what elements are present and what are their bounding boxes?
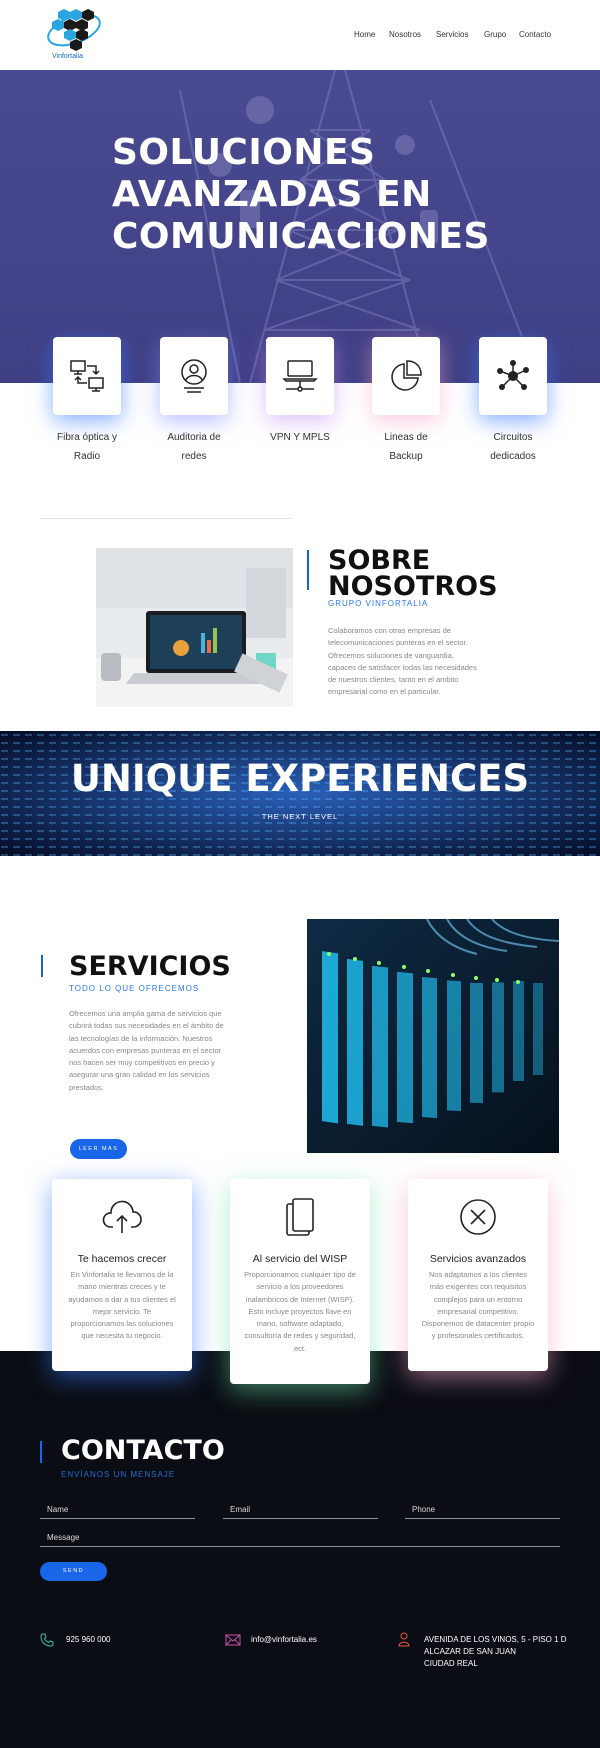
service-card-text: En Vinfortalia te llevamos de la mano mi… (68, 1270, 176, 1341)
banner-subtitle: THE NEXT LEVEL (261, 812, 339, 821)
send-button[interactable]: SEND (40, 1562, 107, 1581)
feature-card-auditoria[interactable] (160, 337, 228, 415)
name-input[interactable] (40, 1505, 195, 1514)
contact-accent-bar (40, 1441, 42, 1463)
contact-email[interactable]: info@vinfortalia.es (251, 1634, 317, 1646)
contact-title: CONTACTO (61, 1435, 225, 1466)
phone-input[interactable] (405, 1505, 560, 1514)
feature-card-backup[interactable] (372, 337, 440, 415)
email-input[interactable] (223, 1505, 378, 1514)
about-title: SOBRE NOSOTROS (328, 547, 508, 602)
services-title: SERVICIOS (69, 951, 231, 982)
feature-label-line: Backup (389, 451, 423, 462)
feature-card-vpn[interactable] (266, 337, 334, 415)
nav-servicios[interactable]: Servicios (436, 30, 468, 39)
nav-nosotros[interactable]: Nosotros (389, 30, 421, 39)
services-text: Ofrecemos una amplia gama de servicios q… (69, 1009, 224, 1092)
network-icon (70, 360, 104, 392)
nav-contacto[interactable]: Contacto (519, 30, 551, 39)
logo-text: Vinfortalia (52, 53, 84, 60)
address-line: CIUDAD REAL (424, 1659, 478, 1668)
laptop-photo (96, 548, 293, 707)
address-line: ALCAZAR DE SAN JUAN (424, 1647, 517, 1656)
feature-label-line: Radio (73, 451, 101, 462)
section-divider (40, 518, 292, 519)
feature-label-line: Lineas de (384, 432, 428, 443)
hero-title-line: COMUNICACIONES (112, 216, 490, 257)
phone-icon (40, 1633, 54, 1647)
pie-chart-icon (391, 360, 422, 391)
name-field (40, 1499, 195, 1519)
message-field (40, 1527, 560, 1547)
service-card-wisp[interactable]: Al servicio del WISP Proporcionamos cual… (230, 1179, 370, 1384)
services-subtitle: TODO LO QUE OFRECEMOS (69, 984, 200, 993)
feature-label-line: Auditoria de (167, 432, 221, 443)
feature-label-line: dedicados (490, 451, 536, 462)
server-rack-photo (307, 919, 559, 1153)
experience-banner: UNIQUE EXPERIENCES THE NEXT LEVEL (0, 731, 600, 856)
close-circle-icon (460, 1199, 496, 1235)
service-card-text: Nos adaptamos a los clientes más exigent… (421, 1270, 535, 1341)
service-card-avanzados[interactable]: Servicios avanzados Nos adaptamos a los … (408, 1179, 548, 1371)
feature-card-fibra[interactable] (53, 337, 121, 415)
about-subtitle: GRUPO VINFORTALIA (328, 599, 429, 608)
feature-label-fibra: Fibra óptica y Radio (37, 428, 137, 466)
devices-icon (286, 1198, 314, 1236)
about-image (96, 548, 293, 707)
service-card-crecer[interactable]: Te hacemos crecer En Vinfortalia te llev… (52, 1179, 192, 1371)
laptop-network-icon (282, 360, 318, 392)
site-header: Vinfortalia Home Nosotros Servicios Grup… (0, 0, 600, 70)
about-text: Colaboramos con otras empresas de teleco… (328, 626, 477, 697)
feature-label-line: Fibra óptica y (56, 432, 118, 443)
nav-grupo[interactable]: Grupo (484, 30, 506, 39)
user-circle-icon (181, 359, 207, 393)
hub-icon (497, 360, 529, 390)
server-image (307, 919, 559, 1153)
feature-label-line: VPN Y MPLS (270, 432, 330, 443)
mail-icon (225, 1634, 241, 1646)
feature-label-line: redes (181, 451, 207, 462)
nav-home[interactable]: Home (354, 30, 375, 39)
location-user-icon (398, 1632, 410, 1647)
hero-title: SOLUCIONES AVANZADAS EN COMUNICACIONES (112, 132, 492, 258)
phone-field (405, 1499, 560, 1519)
hero-title-line: AVANZADAS EN (112, 174, 432, 215)
main-nav: Home Nosotros Servicios Grupo Contacto (0, 30, 600, 42)
feature-label-line: Circuitos (493, 432, 533, 443)
feature-card-circuitos[interactable] (479, 337, 547, 415)
feature-label-auditoria: Auditoria de redes (144, 428, 244, 466)
hero-title-line: SOLUCIONES (112, 132, 376, 173)
service-card-title: Te hacemos crecer (77, 1253, 167, 1265)
feature-label-vpn: VPN Y MPLS (250, 428, 350, 447)
contact-section-background (0, 1351, 600, 1748)
contact-phone[interactable]: 925 960 000 (66, 1634, 111, 1646)
email-field (223, 1499, 378, 1519)
read-more-button[interactable]: LEER MÁS (70, 1139, 127, 1159)
service-card-title: Servicios avanzados (429, 1253, 527, 1265)
feature-label-backup: Lineas de Backup (356, 428, 456, 466)
contact-subtitle: ENVÍANOS UN MENSAJE (61, 1470, 176, 1479)
feature-label-circuitos: Circuitos dedicados (463, 428, 563, 466)
service-card-text: Proporcionamos cualquier tipo de servici… (244, 1270, 356, 1353)
cloud-upload-icon (102, 1200, 142, 1233)
about-accent-bar (307, 550, 309, 590)
contact-address: AVENIDA DE LOS VINOS, 5 - PISO 1 D ALCAZ… (424, 1634, 567, 1670)
banner-title: UNIQUE EXPERIENCES (70, 757, 530, 800)
about-title-line: NOSOTROS (328, 571, 498, 602)
message-input[interactable] (40, 1533, 560, 1542)
service-card-title: Al servicio del WISP (252, 1253, 348, 1265)
services-accent-bar (41, 955, 43, 977)
address-line: AVENIDA DE LOS VINOS, 5 - PISO 1 D (424, 1635, 567, 1644)
